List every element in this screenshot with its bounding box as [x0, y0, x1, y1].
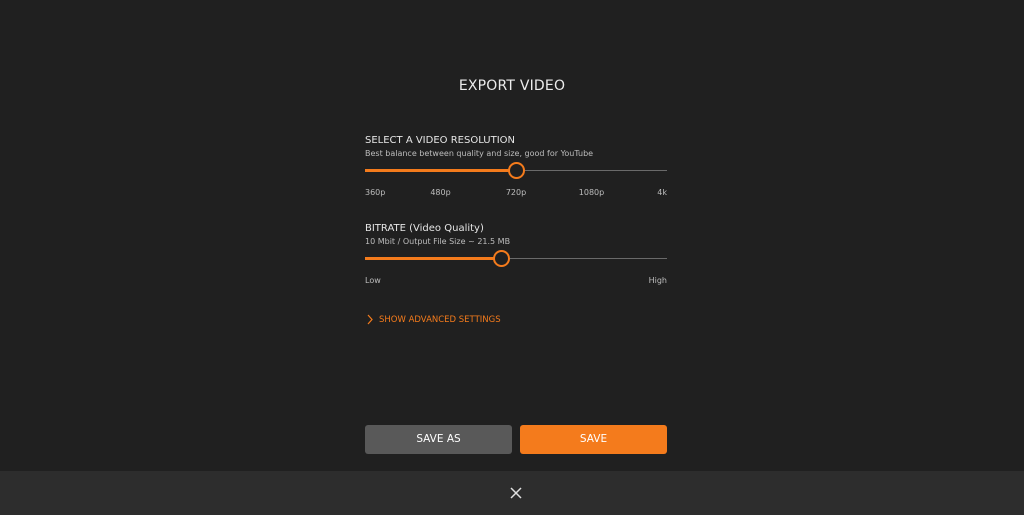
resolution-tick-720p[interactable]: 720p: [506, 188, 526, 197]
resolution-slider-fill: [365, 169, 516, 172]
close-icon: [505, 487, 527, 508]
bitrate-section: BITRATE (Video Quality) 10 Mbit / Output…: [365, 223, 667, 247]
save-as-button[interactable]: SAVE AS: [365, 425, 512, 454]
close-button[interactable]: [505, 482, 527, 504]
bitrate-title: BITRATE (Video Quality): [365, 223, 484, 234]
dialog-title: EXPORT VIDEO: [458, 78, 566, 94]
resolution-tick-360p[interactable]: 360p: [365, 188, 385, 197]
resolution-tick-480p[interactable]: 480p: [430, 188, 450, 197]
bitrate-low-label: Low: [365, 276, 381, 285]
show-advanced-settings-link[interactable]: SHOW ADVANCED SETTINGS: [367, 314, 501, 325]
resolution-tick-4k[interactable]: 4k: [657, 188, 667, 197]
resolution-title: SELECT A VIDEO RESOLUTION: [365, 135, 515, 146]
save-button[interactable]: SAVE: [520, 425, 667, 454]
resolution-slider-thumb[interactable]: [508, 162, 525, 179]
resolution-tick-1080p[interactable]: 1080p: [579, 188, 604, 197]
bitrate-high-label: High: [648, 276, 667, 285]
resolution-slider[interactable]: [365, 162, 667, 179]
show-advanced-settings-label: SHOW ADVANCED SETTINGS: [379, 314, 501, 325]
resolution-section: SELECT A VIDEO RESOLUTION Best balance b…: [365, 135, 667, 159]
footer-bar: [0, 471, 1024, 515]
bitrate-slider-thumb[interactable]: [492, 250, 510, 267]
chevron-right-icon: [367, 314, 373, 325]
bitrate-slider-fill: [365, 257, 501, 260]
bitrate-range-labels: Low High: [365, 276, 667, 288]
bitrate-description: 10 Mbit / Output File Size ~ 21.5 MB: [365, 237, 511, 246]
resolution-description: Best balance between quality and size, g…: [365, 149, 594, 158]
resolution-tick-labels: 360p 480p 720p 1080p 4k: [365, 188, 667, 200]
bitrate-slider[interactable]: [365, 250, 667, 267]
